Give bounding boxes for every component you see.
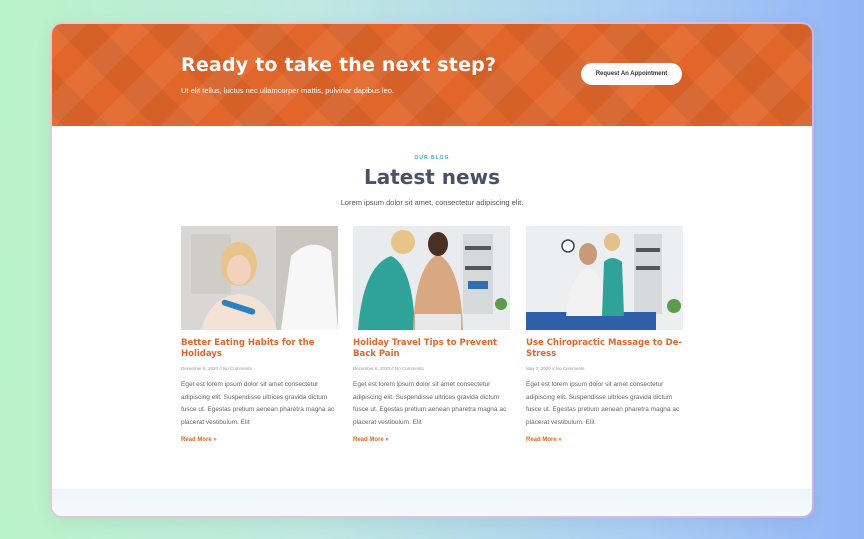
blog-card: Use Chiropractic Massage to De-Stress Ma… (526, 226, 683, 443)
post-excerpt: Eget est lorem ipsum dolor sit amet cons… (181, 381, 335, 426)
post-excerpt: Eget est lorem ipsum dolor sit amet cons… (526, 381, 680, 426)
post-meta: May 3, 2020 // No Comments (526, 366, 585, 371)
request-appointment-button[interactable]: Request An Appointment (581, 63, 682, 85)
blog-eyebrow: OUR BLOG (414, 155, 450, 161)
post-title[interactable]: Use Chiropractic Massage to De-Stress (526, 338, 683, 360)
post-meta: December 6, 2020 // No Comments (353, 366, 424, 371)
post-title[interactable]: Better Eating Habits for the Holidays (181, 338, 338, 360)
blog-title: Latest news (364, 165, 500, 189)
post-image-chiropractic[interactable] (526, 226, 683, 330)
read-more-link[interactable]: Read More » (181, 437, 338, 443)
post-meta: December 6, 2020 // No Comments (181, 366, 252, 371)
blog-card: Holiday Travel Tips to Prevent Back Pain… (353, 226, 510, 443)
read-more-link[interactable]: Read More » (526, 437, 683, 443)
blog-card: Better Eating Habits for the Holidays De… (181, 226, 338, 443)
blog-subtitle: Lorem ipsum dolor sit amet, consectetur … (340, 198, 524, 207)
cta-subtitle: Ut elit tellus, luctus nec ullamcorper m… (181, 86, 395, 95)
post-image-eating-habits[interactable] (181, 226, 338, 330)
next-section-strip (52, 489, 812, 516)
post-image-back-pain[interactable] (353, 226, 510, 330)
read-more-link[interactable]: Read More » (353, 437, 510, 443)
post-title[interactable]: Holiday Travel Tips to Prevent Back Pain (353, 338, 510, 360)
post-excerpt: Eget est lorem ipsum dolor sit amet cons… (353, 381, 507, 426)
page-frame: Ready to take the next step? Ut elit tel… (52, 24, 812, 516)
cta-title: Ready to take the next step? (181, 54, 497, 76)
cta-banner: Ready to take the next step? Ut elit tel… (52, 24, 812, 126)
